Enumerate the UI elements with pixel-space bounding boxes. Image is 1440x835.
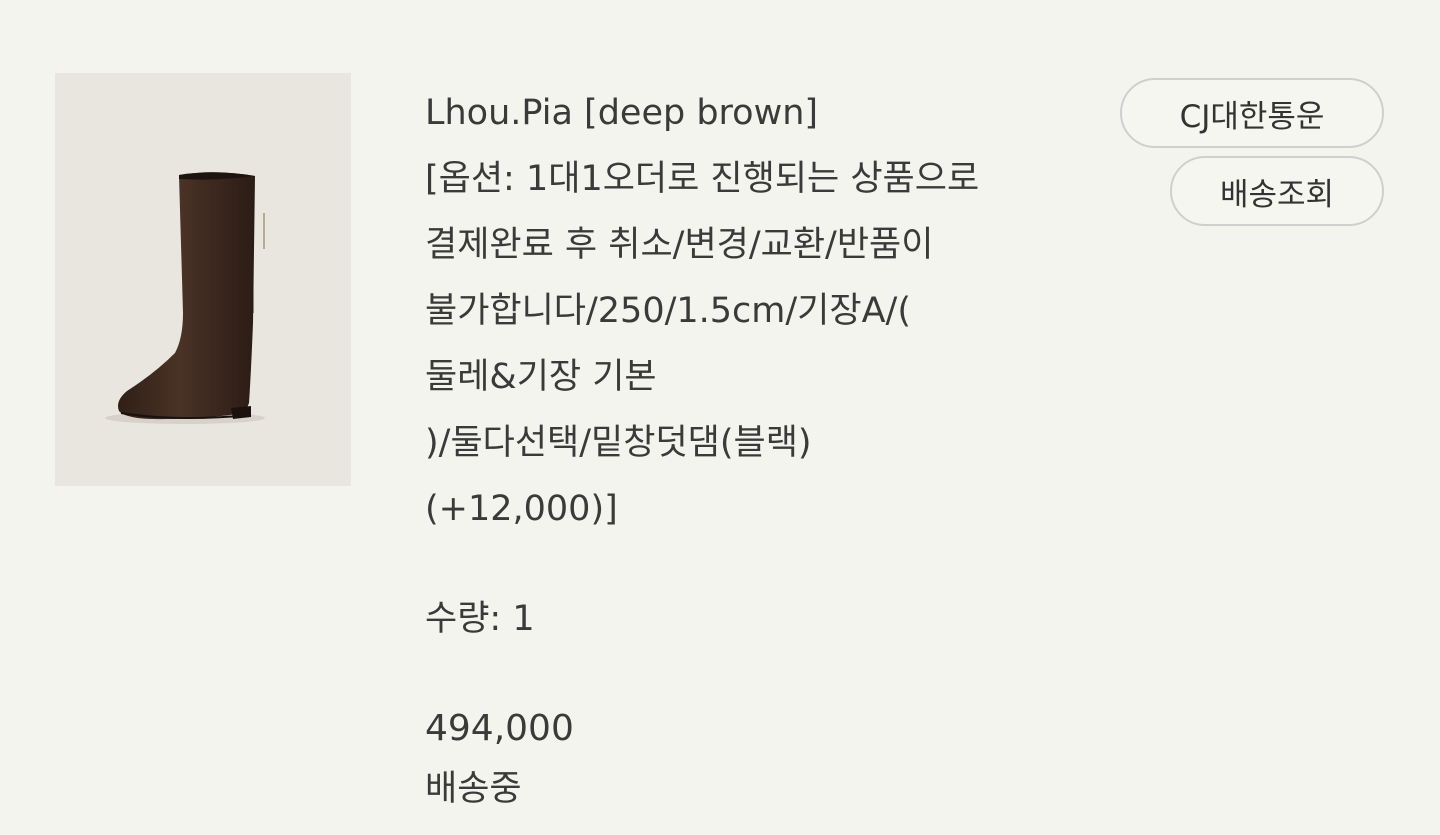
track-delivery-button[interactable]: 배송조회	[1170, 156, 1384, 226]
product-thumbnail[interactable]	[55, 73, 351, 486]
order-info: Lhou.Pia [deep brown] [옵션: 1대1오더로 진행되는 상…	[425, 80, 1085, 822]
product-options: [옵션: 1대1오더로 진행되는 상품으로 결제완료 후 취소/변경/교환/반품…	[425, 146, 1085, 542]
option-line: 불가합니다/250/1.5cm/기장A/(	[425, 291, 911, 331]
option-line: )/둘다선택/밑창덧댐(블랙)	[425, 423, 812, 463]
option-line: [옵션: 1대1오더로 진행되는 상품으로	[425, 159, 980, 199]
option-line: 결제완료 후 취소/변경/교환/반품이	[425, 225, 934, 265]
order-item: Lhou.Pia [deep brown] [옵션: 1대1오더로 진행되는 상…	[0, 0, 1440, 835]
delivery-status: 배송중	[425, 769, 522, 809]
carrier-button[interactable]: CJ대한통운	[1120, 78, 1384, 148]
order-price: 494,000	[425, 708, 574, 749]
option-line: 둘레&기장 기본	[425, 357, 657, 397]
boot-image	[55, 73, 351, 486]
product-name[interactable]: Lhou.Pia [deep brown]	[425, 80, 1085, 146]
quantity: 수량: 1	[425, 599, 535, 639]
option-line: (+12,000)]	[425, 489, 618, 529]
